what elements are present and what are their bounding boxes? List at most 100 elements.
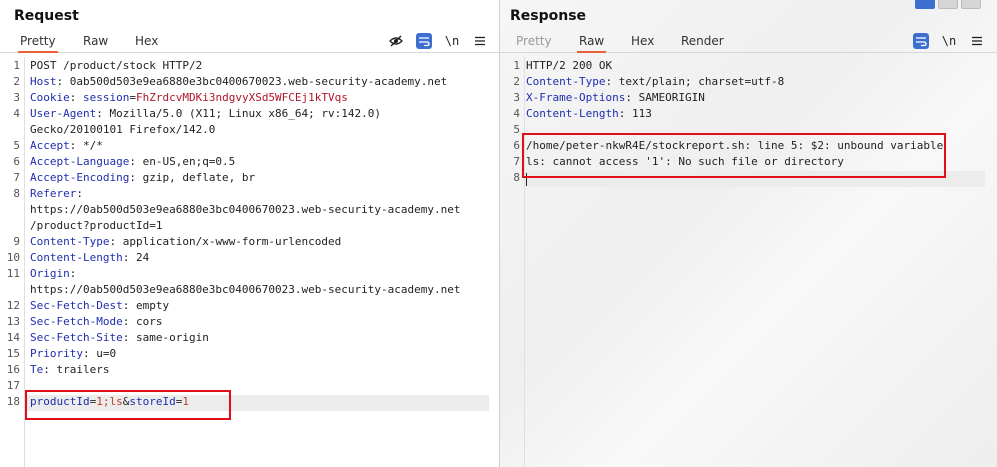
header-value: : 113 xyxy=(618,107,652,120)
line-number: 2 xyxy=(513,75,520,88)
header-line: Priority: u=0 xyxy=(30,346,116,362)
line-number: 7 xyxy=(13,171,20,184)
header-name: Host xyxy=(30,75,57,88)
cookie-name: session xyxy=(83,91,130,104)
newline-toggle-icon[interactable]: \n xyxy=(941,33,957,49)
line-number: 14 xyxy=(6,331,20,344)
layout-toggle-icon[interactable] xyxy=(915,0,935,9)
header-line: Host: 0ab500d503e9ea6880e3bc0400670023.w… xyxy=(30,74,447,90)
request-pane: Request Pretty Raw Hex \n 1 2 3 4 5 6 7 … xyxy=(0,0,500,467)
line-number: 3 xyxy=(513,91,520,104)
header-value: : */* xyxy=(69,139,103,152)
line-number: 18 xyxy=(6,395,20,408)
line-number: 9 xyxy=(13,235,20,248)
line-number: 11 xyxy=(6,267,20,280)
header-name: Priority xyxy=(30,347,83,360)
header-value: : cors xyxy=(122,315,163,328)
header-continuation: Gecko/20100101 Firefox/142.0 xyxy=(30,123,216,136)
eye-slash-icon[interactable] xyxy=(388,33,404,49)
header-name: Content-Type xyxy=(526,75,606,88)
tab-pretty[interactable]: Pretty xyxy=(18,34,58,53)
request-line: POST /product/stock HTTP/2 xyxy=(30,58,202,74)
header-name: Content-Length xyxy=(526,107,619,120)
header-value: : trailers xyxy=(43,363,110,376)
header-line: Origin: xyxy=(30,266,76,282)
header-value: : 0ab500d503e9ea6880e3bc0400670023.web-s… xyxy=(56,75,448,88)
tab-hex[interactable]: Hex xyxy=(133,34,160,48)
header-value: : empty xyxy=(122,299,170,312)
header-name: Accept-Language xyxy=(30,155,130,168)
header-value: : xyxy=(76,187,83,200)
tab-render[interactable]: Render xyxy=(679,34,726,48)
hamburger-menu-icon[interactable] xyxy=(969,33,985,49)
response-highlight-box xyxy=(522,133,946,178)
tab-raw[interactable]: Raw xyxy=(81,34,110,48)
header-value: : Mozilla/5.0 (X11; Linux x86_64; rv:142… xyxy=(96,107,382,120)
line-number: 17 xyxy=(6,379,20,392)
cookie-line: Cookie: session=FhZrdcvMDKi3ndgvyXSd5WFC… xyxy=(30,90,348,106)
header-name: Content-Length xyxy=(30,251,123,264)
header-line: Content-Length: 113 xyxy=(526,106,652,122)
line-number: 8 xyxy=(513,171,520,184)
tab-hex[interactable]: Hex xyxy=(629,34,656,48)
header-name: Accept xyxy=(30,139,70,152)
line-number: 2 xyxy=(13,75,20,88)
line-number: 10 xyxy=(6,251,20,264)
header-line: Content-Length: 24 xyxy=(30,250,149,266)
line-number: 4 xyxy=(13,107,20,120)
header-name: Te xyxy=(30,363,44,376)
header-line: Te: trailers xyxy=(30,362,109,378)
wrap-lines-icon[interactable] xyxy=(416,33,432,49)
header-name: Content-Type xyxy=(30,235,110,248)
hamburger-menu-icon[interactable] xyxy=(472,33,488,49)
header-line: User-Agent: Mozilla/5.0 (X11; Linux x86_… xyxy=(30,106,381,122)
cookie-value: FhZrdcvMDKi3ndgvyXSd5WFCEj1kTVqs xyxy=(135,91,348,104)
layout-toggle-icon[interactable] xyxy=(938,0,958,9)
header-name: X-Frame-Options xyxy=(526,91,626,104)
header-line: Content-Type: application/x-www-form-url… xyxy=(30,234,341,250)
line-number: 5 xyxy=(13,139,20,152)
header-line: Sec-Fetch-Dest: empty xyxy=(30,298,169,314)
header-value: : application/x-www-form-urlencoded xyxy=(109,235,342,248)
request-editor[interactable]: 1 2 3 4 5 6 7 8 9 10 11 12 13 14 15 16 1… xyxy=(0,57,499,467)
header-name: Referer xyxy=(30,187,77,200)
header-value: : gzip, deflate, br xyxy=(129,171,256,184)
response-pane: Response Pretty Raw Hex Render \n 1 2 3 … xyxy=(500,0,997,467)
line-number: 1 xyxy=(13,59,20,72)
header-value: : u=0 xyxy=(82,347,117,360)
header-line: Sec-Fetch-Mode: cors xyxy=(30,314,162,330)
wrap-lines-icon[interactable] xyxy=(913,33,929,49)
header-name: Cookie xyxy=(30,91,70,104)
tab-pretty[interactable]: Pretty xyxy=(514,34,554,48)
newline-toggle-icon[interactable]: \n xyxy=(444,33,460,49)
header-continuation: https://0ab500d503e9ea6880e3bc0400670023… xyxy=(30,283,461,296)
line-number: 4 xyxy=(513,107,520,120)
header-continuation: /product?productId=1 xyxy=(30,219,163,232)
request-title: Request xyxy=(14,8,79,24)
line-number: 16 xyxy=(6,363,20,376)
line-number: 13 xyxy=(6,315,20,328)
header-name: Sec-Fetch-Dest xyxy=(30,299,123,312)
layout-toggle-icon[interactable] xyxy=(961,0,981,9)
header-value: : xyxy=(69,267,77,280)
line-number: 7 xyxy=(513,155,520,168)
line-number: 15 xyxy=(6,347,20,360)
separator: = xyxy=(129,91,136,104)
header-line: Content-Type: text/plain; charset=utf-8 xyxy=(526,74,784,90)
header-name: Sec-Fetch-Mode xyxy=(30,315,123,328)
header-value: : SAMEORIGIN xyxy=(625,91,705,104)
header-name: User-Agent xyxy=(30,107,97,120)
body-highlight-box xyxy=(25,390,231,420)
header-value: : text/plain; charset=utf-8 xyxy=(605,75,785,88)
separator: : xyxy=(69,91,83,104)
line-gutter: 1 2 3 4 5 6 7 8 xyxy=(500,57,525,467)
header-line: Accept-Language: en-US,en;q=0.5 xyxy=(30,154,235,170)
header-name: Sec-Fetch-Site xyxy=(30,331,123,344)
tab-raw[interactable]: Raw xyxy=(577,34,607,53)
header-value: : 24 xyxy=(122,251,150,264)
line-number: 8 xyxy=(13,187,20,200)
status-line: HTTP/2 200 OK xyxy=(526,59,613,72)
line-number: 12 xyxy=(6,299,20,312)
response-editor[interactable]: 1 2 3 4 5 6 7 8 HTTP/2 200 OK Content-Ty… xyxy=(500,57,997,467)
line-number: 6 xyxy=(13,155,20,168)
